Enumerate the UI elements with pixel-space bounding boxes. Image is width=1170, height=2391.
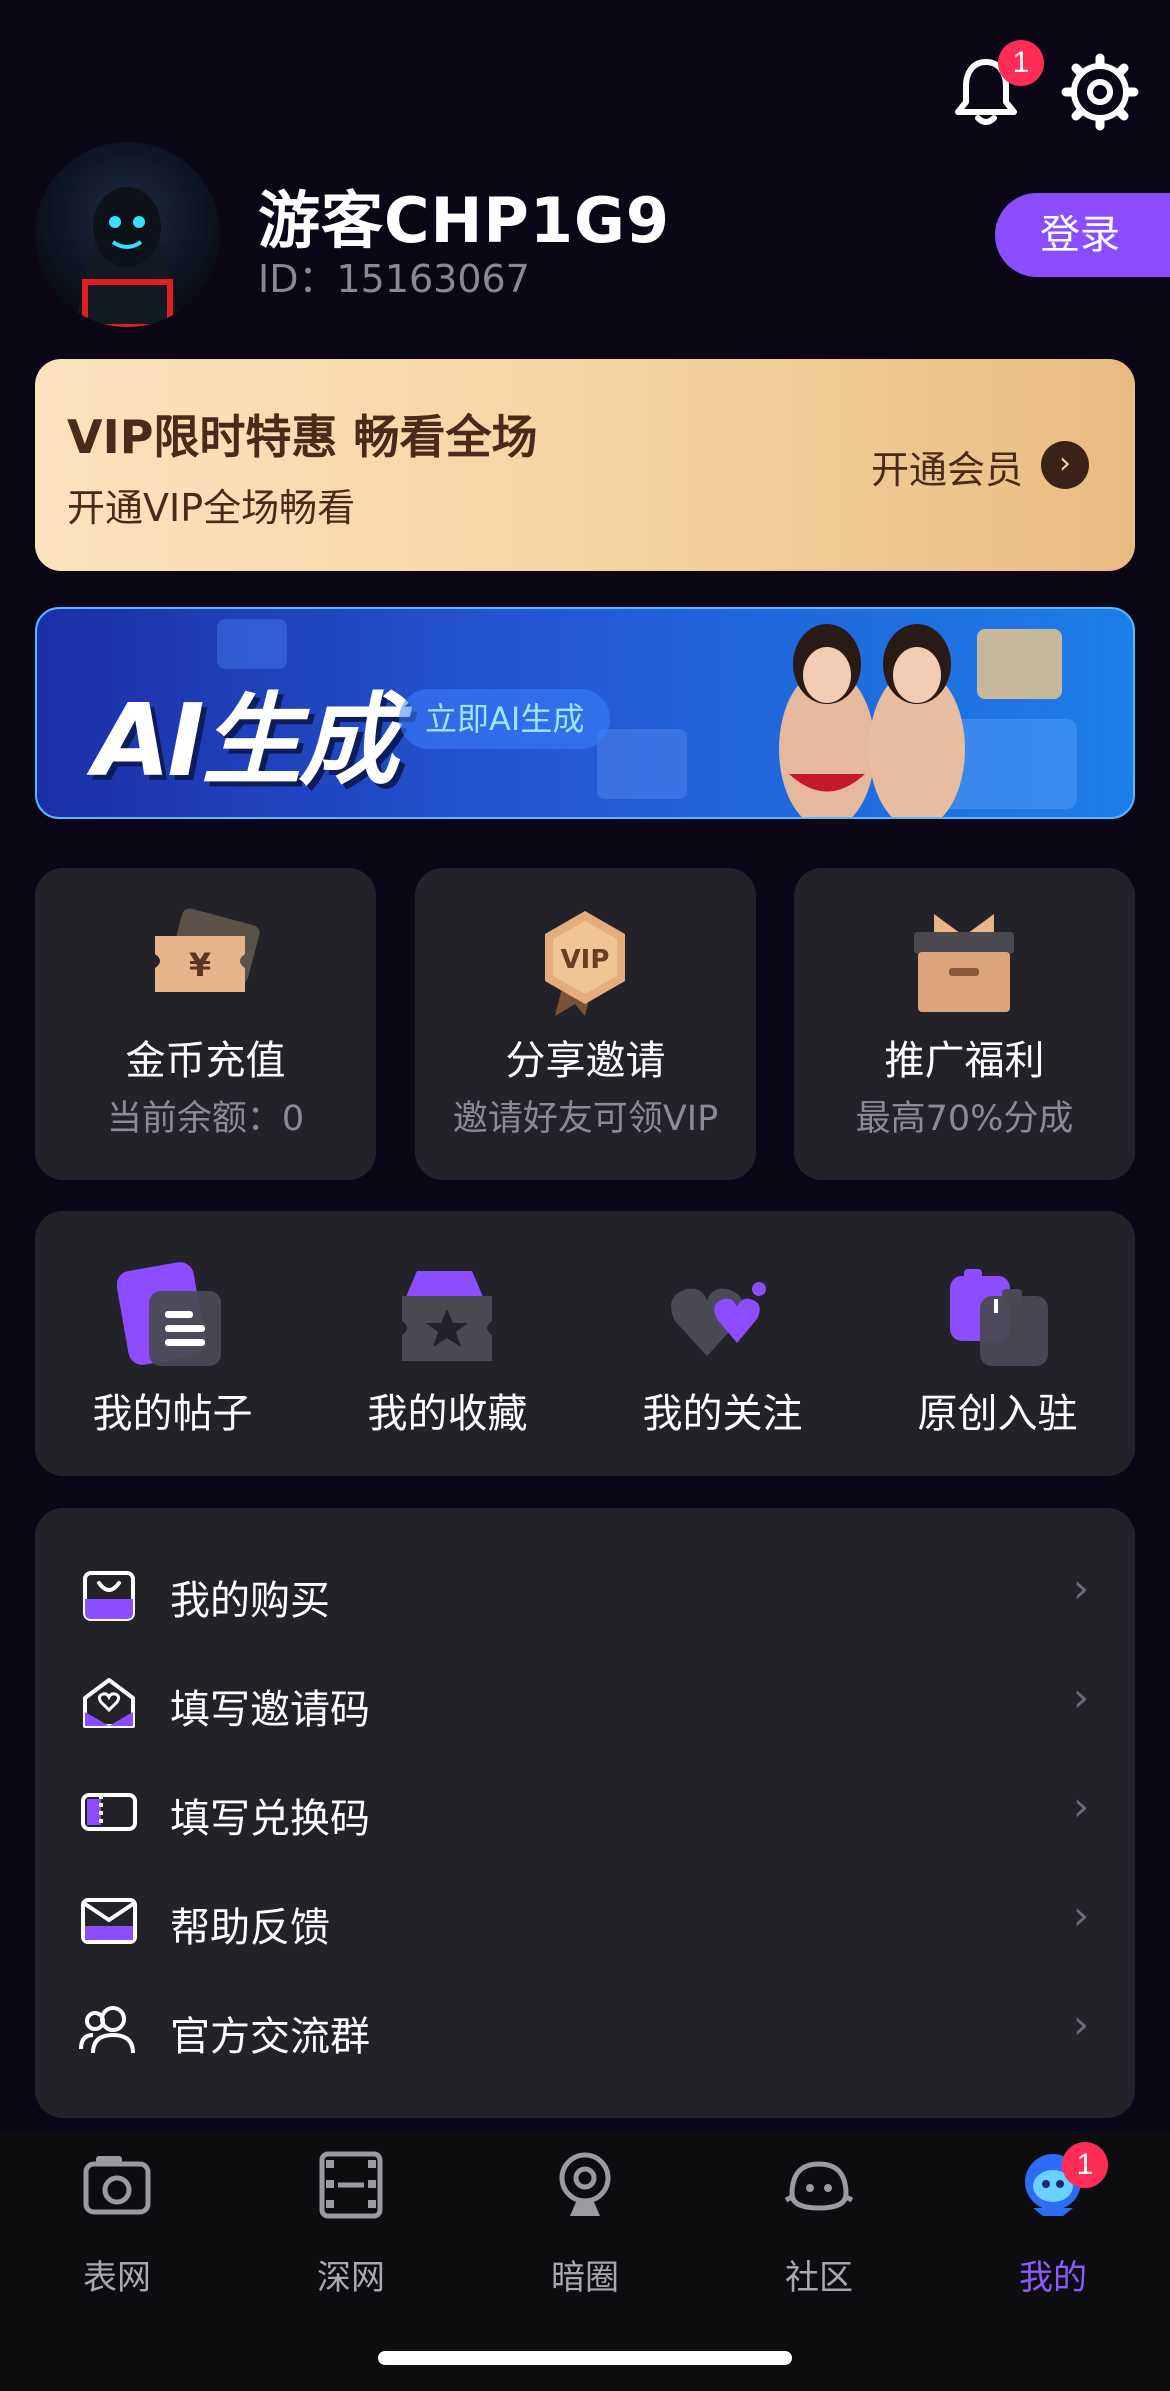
- chevron-right-icon: ›: [1073, 1566, 1089, 1612]
- user-id: ID：15163067: [258, 257, 530, 301]
- avatar[interactable]: [35, 142, 220, 327]
- notification-bell-button[interactable]: 1: [946, 40, 1044, 132]
- chevron-right-icon: ›: [1073, 1784, 1089, 1830]
- posts-icon: [117, 1262, 221, 1366]
- my-posts-button[interactable]: 我的帖子: [35, 1211, 310, 1476]
- card-subtitle: 最高70%分成: [855, 1099, 1074, 1139]
- ai-banner-title: AI生成: [93, 682, 399, 799]
- profile-tab-badge: 1: [1062, 2142, 1108, 2188]
- card-title: 分享邀请: [505, 1038, 666, 1084]
- tab-shenwang[interactable]: 深网: [234, 2150, 468, 2310]
- coupon-icon: ¥: [155, 908, 260, 992]
- mail-icon: [81, 1898, 137, 1944]
- my-follows-label: 我的关注: [642, 1391, 803, 1437]
- settings-menu-list: 我的购买 › 填写邀请码 › 填写兑换码 › 帮助反馈 › 官方交流群 ›: [35, 1508, 1135, 2118]
- menu-label: 填写兑换码: [170, 1796, 370, 1842]
- menu-official-group[interactable]: 官方交流群 ›: [35, 1974, 1135, 2083]
- gift-box-icon: [914, 914, 1014, 1012]
- svg-text:¥: ¥: [189, 946, 211, 984]
- vip-title: VIP限时特惠 畅看全场: [67, 410, 538, 464]
- settings-button[interactable]: [1060, 52, 1140, 132]
- chevron-right-icon: ›: [1073, 2002, 1089, 2048]
- hacker-avatar-icon: [75, 187, 180, 327]
- tab-label: 表网: [83, 2258, 151, 2298]
- chevron-right-icon: ›: [1041, 441, 1089, 489]
- username: 游客CHP1G9: [258, 184, 670, 257]
- card-share-invite[interactable]: VIP 分享邀请 邀请好友可领VIP: [415, 868, 756, 1180]
- creator-join-button[interactable]: 原创入驻: [860, 1211, 1135, 1476]
- invite-envelope-icon: [83, 1678, 135, 1728]
- tab-label: 暗圈: [551, 2258, 619, 2298]
- alien-icon: [784, 2161, 854, 2211]
- vip-badge-icon: VIP: [545, 911, 625, 1016]
- follow-heart-icon: [671, 1282, 766, 1356]
- svg-text:VIP: VIP: [561, 945, 610, 975]
- menu-label: 填写邀请码: [170, 1687, 370, 1733]
- vip-cta-label: 开通会员: [870, 448, 1023, 492]
- ai-generate-banner[interactable]: AI生成 立即AI生成: [35, 607, 1135, 819]
- chevron-right-icon: ›: [1073, 1893, 1089, 1939]
- card-subtitle: 当前余额：0: [106, 1099, 305, 1139]
- film-icon: [319, 2151, 383, 2219]
- group-icon: [79, 2006, 135, 2054]
- card-title: 推广福利: [884, 1038, 1045, 1084]
- card-subtitle: 邀请好友可领VIP: [452, 1099, 719, 1139]
- my-favorites-label: 我的收藏: [367, 1391, 528, 1437]
- my-favorites-button[interactable]: 我的收藏: [310, 1211, 585, 1476]
- menu-label: 帮助反馈: [170, 1905, 330, 1951]
- menu-redeem-code[interactable]: 填写兑换码 ›: [35, 1756, 1135, 1865]
- tab-shequ[interactable]: 社区: [702, 2150, 936, 2310]
- tab-label: 我的: [1019, 2258, 1087, 2298]
- menu-invite-code[interactable]: 填写邀请码 ›: [35, 1647, 1135, 1756]
- home-indicator[interactable]: [378, 2351, 792, 2365]
- creator-join-label: 原创入驻: [917, 1391, 1078, 1437]
- gear-icon: [1061, 53, 1139, 131]
- tab-anquan[interactable]: 暗圈: [468, 2150, 702, 2310]
- notification-badge: 1: [998, 40, 1044, 86]
- menu-label: 官方交流群: [170, 2014, 370, 2060]
- chevron-right-icon: ›: [1073, 1675, 1089, 1721]
- card-title: 金币充值: [125, 1038, 286, 1084]
- tab-wode[interactable]: 1 我的: [936, 2142, 1170, 2310]
- vip-promo-banner[interactable]: VIP限时特惠 畅看全场 开通VIP全场畅看 开通会员 ›: [35, 359, 1135, 571]
- shopping-bag-icon: [83, 1571, 135, 1621]
- menu-help-feedback[interactable]: 帮助反馈 ›: [35, 1865, 1135, 1974]
- ticket-icon: [81, 1793, 137, 1831]
- login-button[interactable]: 登录: [995, 193, 1170, 277]
- ai-generate-pill: 立即AI生成: [399, 689, 611, 749]
- webcam-icon: [559, 2152, 611, 2216]
- tab-label: 深网: [317, 2258, 385, 2298]
- card-coin-recharge[interactable]: ¥ 金币充值 当前余额：0: [35, 868, 376, 1180]
- menu-my-purchases[interactable]: 我的购买 ›: [35, 1538, 1135, 1647]
- my-posts-label: 我的帖子: [92, 1391, 253, 1437]
- favorites-icon: [402, 1271, 492, 1361]
- vip-subtitle: 开通VIP全场畅看: [67, 486, 356, 530]
- tab-label: 社区: [785, 2258, 853, 2298]
- card-promotion-benefits[interactable]: 推广福利 最高70%分成: [794, 868, 1135, 1180]
- menu-label: 我的购买: [170, 1578, 330, 1624]
- tab-biaowang[interactable]: 表网: [0, 2150, 234, 2310]
- camera-icon: [83, 2156, 151, 2215]
- quick-actions: 我的帖子 我的收藏 我的关注 原创入驻: [35, 1211, 1135, 1476]
- my-follows-button[interactable]: 我的关注: [585, 1211, 860, 1476]
- creator-icon: [950, 1269, 1048, 1366]
